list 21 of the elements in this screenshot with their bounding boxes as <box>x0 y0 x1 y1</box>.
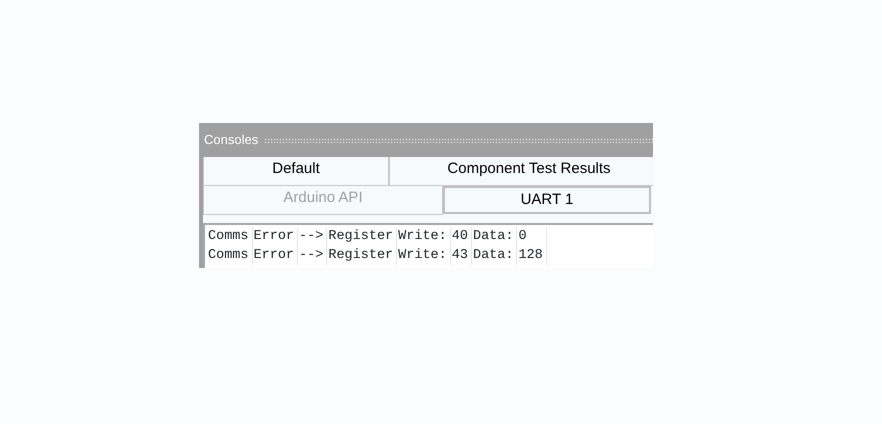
console-text: 43 <box>450 246 472 265</box>
console-text: Comms <box>207 227 252 246</box>
console-text: Write: <box>396 227 450 246</box>
console-text: --> <box>298 246 327 265</box>
console-text: 40 <box>450 227 472 246</box>
console-text: --> <box>298 227 327 246</box>
console-tab[interactable]: Component Test Results <box>389 157 653 186</box>
console-text: Write: <box>396 246 450 265</box>
console-text: Register <box>326 227 397 246</box>
console-text: Data: <box>471 227 517 246</box>
console-tab[interactable]: Default <box>203 157 389 186</box>
console-text: Register <box>326 246 397 265</box>
console-tab[interactable]: UART 1 <box>443 186 651 214</box>
console-text: 0 <box>516 227 546 246</box>
panel-title: Consoles <box>204 131 258 150</box>
console-text: Error <box>252 246 298 265</box>
console-text: 128 <box>516 246 546 265</box>
console-text: Error <box>252 227 298 246</box>
console-text: Comms <box>207 246 252 265</box>
console-text: Data: <box>471 246 517 265</box>
gripper-icon[interactable] <box>264 138 653 142</box>
